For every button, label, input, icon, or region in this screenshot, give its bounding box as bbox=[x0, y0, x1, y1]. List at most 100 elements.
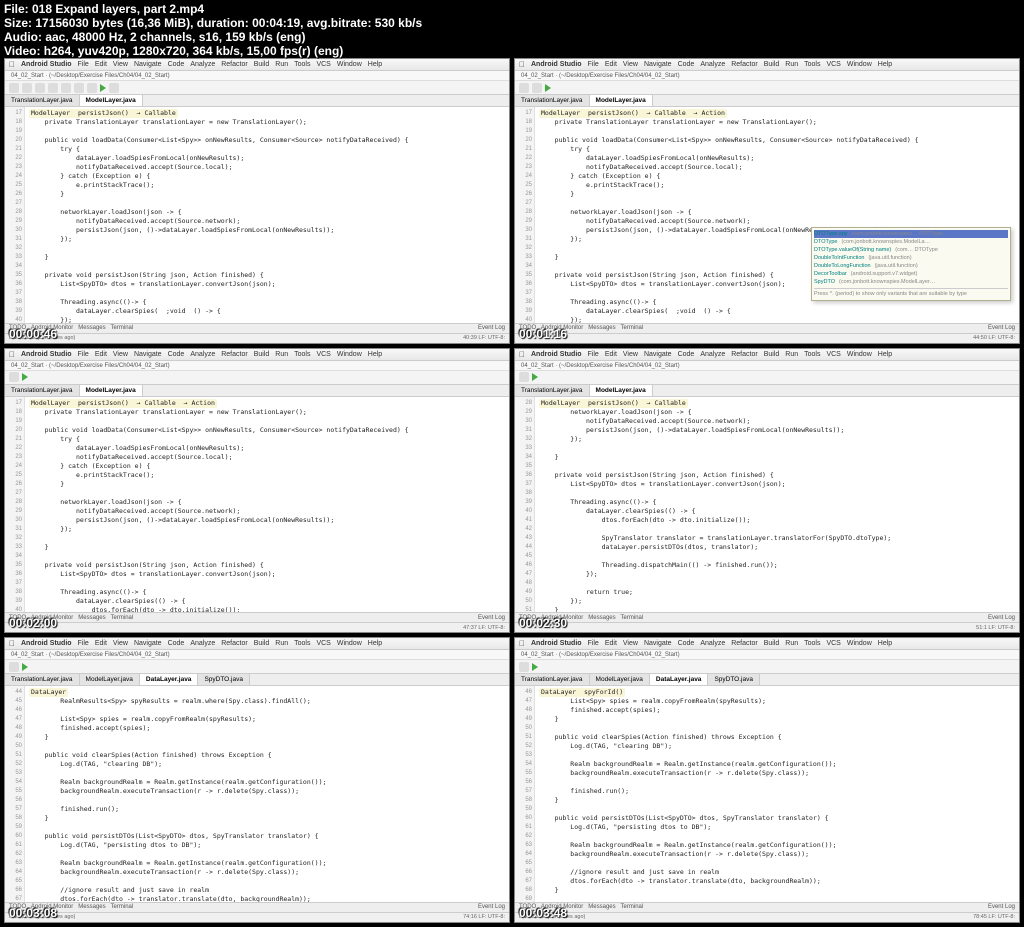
menu-tools[interactable]: Tools bbox=[804, 351, 820, 358]
menu-vcs[interactable]: VCS bbox=[826, 351, 840, 358]
event-log-tab[interactable]: Event Log bbox=[988, 615, 1015, 621]
terminal-tab[interactable]: Terminal bbox=[111, 325, 134, 331]
menubar[interactable]:  Android Studio File Edit View Navigate… bbox=[515, 349, 1019, 361]
menu-edit[interactable]: Edit bbox=[605, 640, 617, 647]
popup-item[interactable]: DoubleToLongFunction(java.util.function) bbox=[814, 262, 1008, 270]
menu-view[interactable]: View bbox=[113, 640, 128, 647]
code-area[interactable]: ModelLayer persistJson() → Callable netw… bbox=[535, 397, 1019, 613]
tab-translation[interactable]: TranslationLayer.java bbox=[515, 95, 590, 106]
code-area[interactable]: DataLayer spyForId() List<Spy> spies = r… bbox=[535, 686, 1019, 902]
menu-refactor[interactable]: Refactor bbox=[731, 351, 757, 358]
tab-spydto[interactable]: SpyDTO.java bbox=[198, 674, 250, 685]
menu-code[interactable]: Code bbox=[678, 640, 695, 647]
menu-build[interactable]: Build bbox=[254, 640, 270, 647]
editor[interactable]: 2829303132333435363738394041424344454647… bbox=[515, 397, 1019, 613]
menu-code[interactable]: Code bbox=[168, 640, 185, 647]
menubar[interactable]:  Android Studio File Edit View Navigate… bbox=[5, 59, 509, 71]
menu-file[interactable]: File bbox=[78, 61, 89, 68]
open-icon[interactable] bbox=[9, 662, 19, 672]
tab-translation[interactable]: TranslationLayer.java bbox=[515, 385, 590, 396]
menu-edit[interactable]: Edit bbox=[605, 351, 617, 358]
menu-build[interactable]: Build bbox=[254, 351, 270, 358]
menu-build[interactable]: Build bbox=[764, 640, 780, 647]
menu-window[interactable]: Window bbox=[337, 61, 362, 68]
menu-navigate[interactable]: Navigate bbox=[644, 61, 672, 68]
editor[interactable]: 1718192021222324252627282930313233343536… bbox=[515, 107, 1019, 323]
tab-spydto[interactable]: SpyDTO.java bbox=[708, 674, 760, 685]
popup-item[interactable]: DecorToolbar(android.support.v7.widget) bbox=[814, 270, 1008, 278]
messages-tab[interactable]: Messages bbox=[588, 325, 615, 331]
menu-edit[interactable]: Edit bbox=[605, 61, 617, 68]
menu-navigate[interactable]: Navigate bbox=[644, 351, 672, 358]
open-icon[interactable] bbox=[519, 662, 529, 672]
messages-tab[interactable]: Messages bbox=[78, 615, 105, 621]
menu-analyze[interactable]: Analyze bbox=[700, 351, 725, 358]
open-icon[interactable] bbox=[519, 83, 529, 93]
menu-analyze[interactable]: Analyze bbox=[700, 640, 725, 647]
menu-help[interactable]: Help bbox=[878, 351, 892, 358]
menu-window[interactable]: Window bbox=[847, 61, 872, 68]
popup-item[interactable]: DTOType(com.jonbott.knownspies.ModelLa… bbox=[814, 238, 1008, 246]
menu-help[interactable]: Help bbox=[368, 61, 382, 68]
menu-run[interactable]: Run bbox=[275, 61, 288, 68]
menu-run[interactable]: Run bbox=[785, 640, 798, 647]
open-icon[interactable] bbox=[519, 372, 529, 382]
run-icon[interactable] bbox=[545, 84, 551, 92]
open-icon[interactable] bbox=[9, 372, 19, 382]
apple-icon[interactable]:  bbox=[9, 639, 15, 648]
menu-vcs[interactable]: VCS bbox=[316, 640, 330, 647]
code-area[interactable]: DataLayer RealmResults<Spy> spyResults =… bbox=[25, 686, 509, 902]
menu-refactor[interactable]: Refactor bbox=[221, 351, 247, 358]
event-log-tab[interactable]: Event Log bbox=[988, 904, 1015, 910]
code-area[interactable]: ModelLayer persistJson() → Callable → Ac… bbox=[25, 397, 509, 613]
tab-translation[interactable]: TranslationLayer.java bbox=[5, 385, 80, 396]
copy-icon[interactable] bbox=[74, 83, 84, 93]
tab-data[interactable]: DataLayer.java bbox=[140, 674, 199, 685]
menu-navigate[interactable]: Navigate bbox=[134, 61, 162, 68]
popup-item[interactable]: DTOType.valueOf(String name)(com… DTOTyp… bbox=[814, 246, 1008, 254]
terminal-tab[interactable]: Terminal bbox=[621, 325, 644, 331]
run-icon[interactable] bbox=[100, 84, 106, 92]
menu-build[interactable]: Build bbox=[764, 61, 780, 68]
apple-icon[interactable]:  bbox=[519, 60, 525, 69]
menubar[interactable]:  Android Studio File Edit View Navigate… bbox=[5, 349, 509, 361]
tab-model[interactable]: ModelLayer.java bbox=[80, 95, 143, 106]
messages-tab[interactable]: Messages bbox=[78, 904, 105, 910]
breadcrumb[interactable]: 04_02_Start · (~/Desktop/Exercise Files/… bbox=[5, 71, 509, 81]
menu-run[interactable]: Run bbox=[785, 351, 798, 358]
save-icon[interactable] bbox=[532, 83, 542, 93]
event-log-tab[interactable]: Event Log bbox=[478, 615, 505, 621]
menubar[interactable]:  Android Studio File Edit View Navigate… bbox=[515, 638, 1019, 650]
apple-icon[interactable]:  bbox=[9, 60, 15, 69]
menu-run[interactable]: Run bbox=[275, 351, 288, 358]
menu-edit[interactable]: Edit bbox=[95, 61, 107, 68]
cut-icon[interactable] bbox=[61, 83, 71, 93]
terminal-tab[interactable]: Terminal bbox=[621, 904, 644, 910]
tab-translation[interactable]: TranslationLayer.java bbox=[5, 674, 80, 685]
editor[interactable]: 4647484950515253545556575859606162636465… bbox=[515, 686, 1019, 902]
save-icon[interactable] bbox=[22, 83, 32, 93]
menu-vcs[interactable]: VCS bbox=[316, 351, 330, 358]
event-log-tab[interactable]: Event Log bbox=[478, 325, 505, 331]
run-icon[interactable] bbox=[22, 373, 28, 381]
editor[interactable]: 1718192021222324252627282930313233343536… bbox=[5, 397, 509, 613]
menu-run[interactable]: Run bbox=[785, 61, 798, 68]
menu-analyze[interactable]: Analyze bbox=[190, 61, 215, 68]
tab-model[interactable]: ModelLayer.java bbox=[80, 674, 140, 685]
messages-tab[interactable]: Messages bbox=[78, 325, 105, 331]
menu-refactor[interactable]: Refactor bbox=[221, 640, 247, 647]
menu-file[interactable]: File bbox=[588, 61, 599, 68]
menu-tools[interactable]: Tools bbox=[294, 640, 310, 647]
menu-tools[interactable]: Tools bbox=[804, 61, 820, 68]
code-area[interactable]: ModelLayer persistJson() → Callable priv… bbox=[25, 107, 509, 323]
menu-build[interactable]: Build bbox=[254, 61, 270, 68]
menu-code[interactable]: Code bbox=[168, 61, 185, 68]
terminal-tab[interactable]: Terminal bbox=[111, 904, 134, 910]
menu-build[interactable]: Build bbox=[764, 351, 780, 358]
editor[interactable]: 4445464748495051525354555657585960616263… bbox=[5, 686, 509, 902]
breadcrumb[interactable]: 04_02_Start · (~/Desktop/Exercise Files/… bbox=[515, 361, 1019, 371]
menu-analyze[interactable]: Analyze bbox=[190, 640, 215, 647]
tab-data[interactable]: DataLayer.java bbox=[650, 674, 709, 685]
run-icon[interactable] bbox=[532, 373, 538, 381]
menu-navigate[interactable]: Navigate bbox=[134, 640, 162, 647]
